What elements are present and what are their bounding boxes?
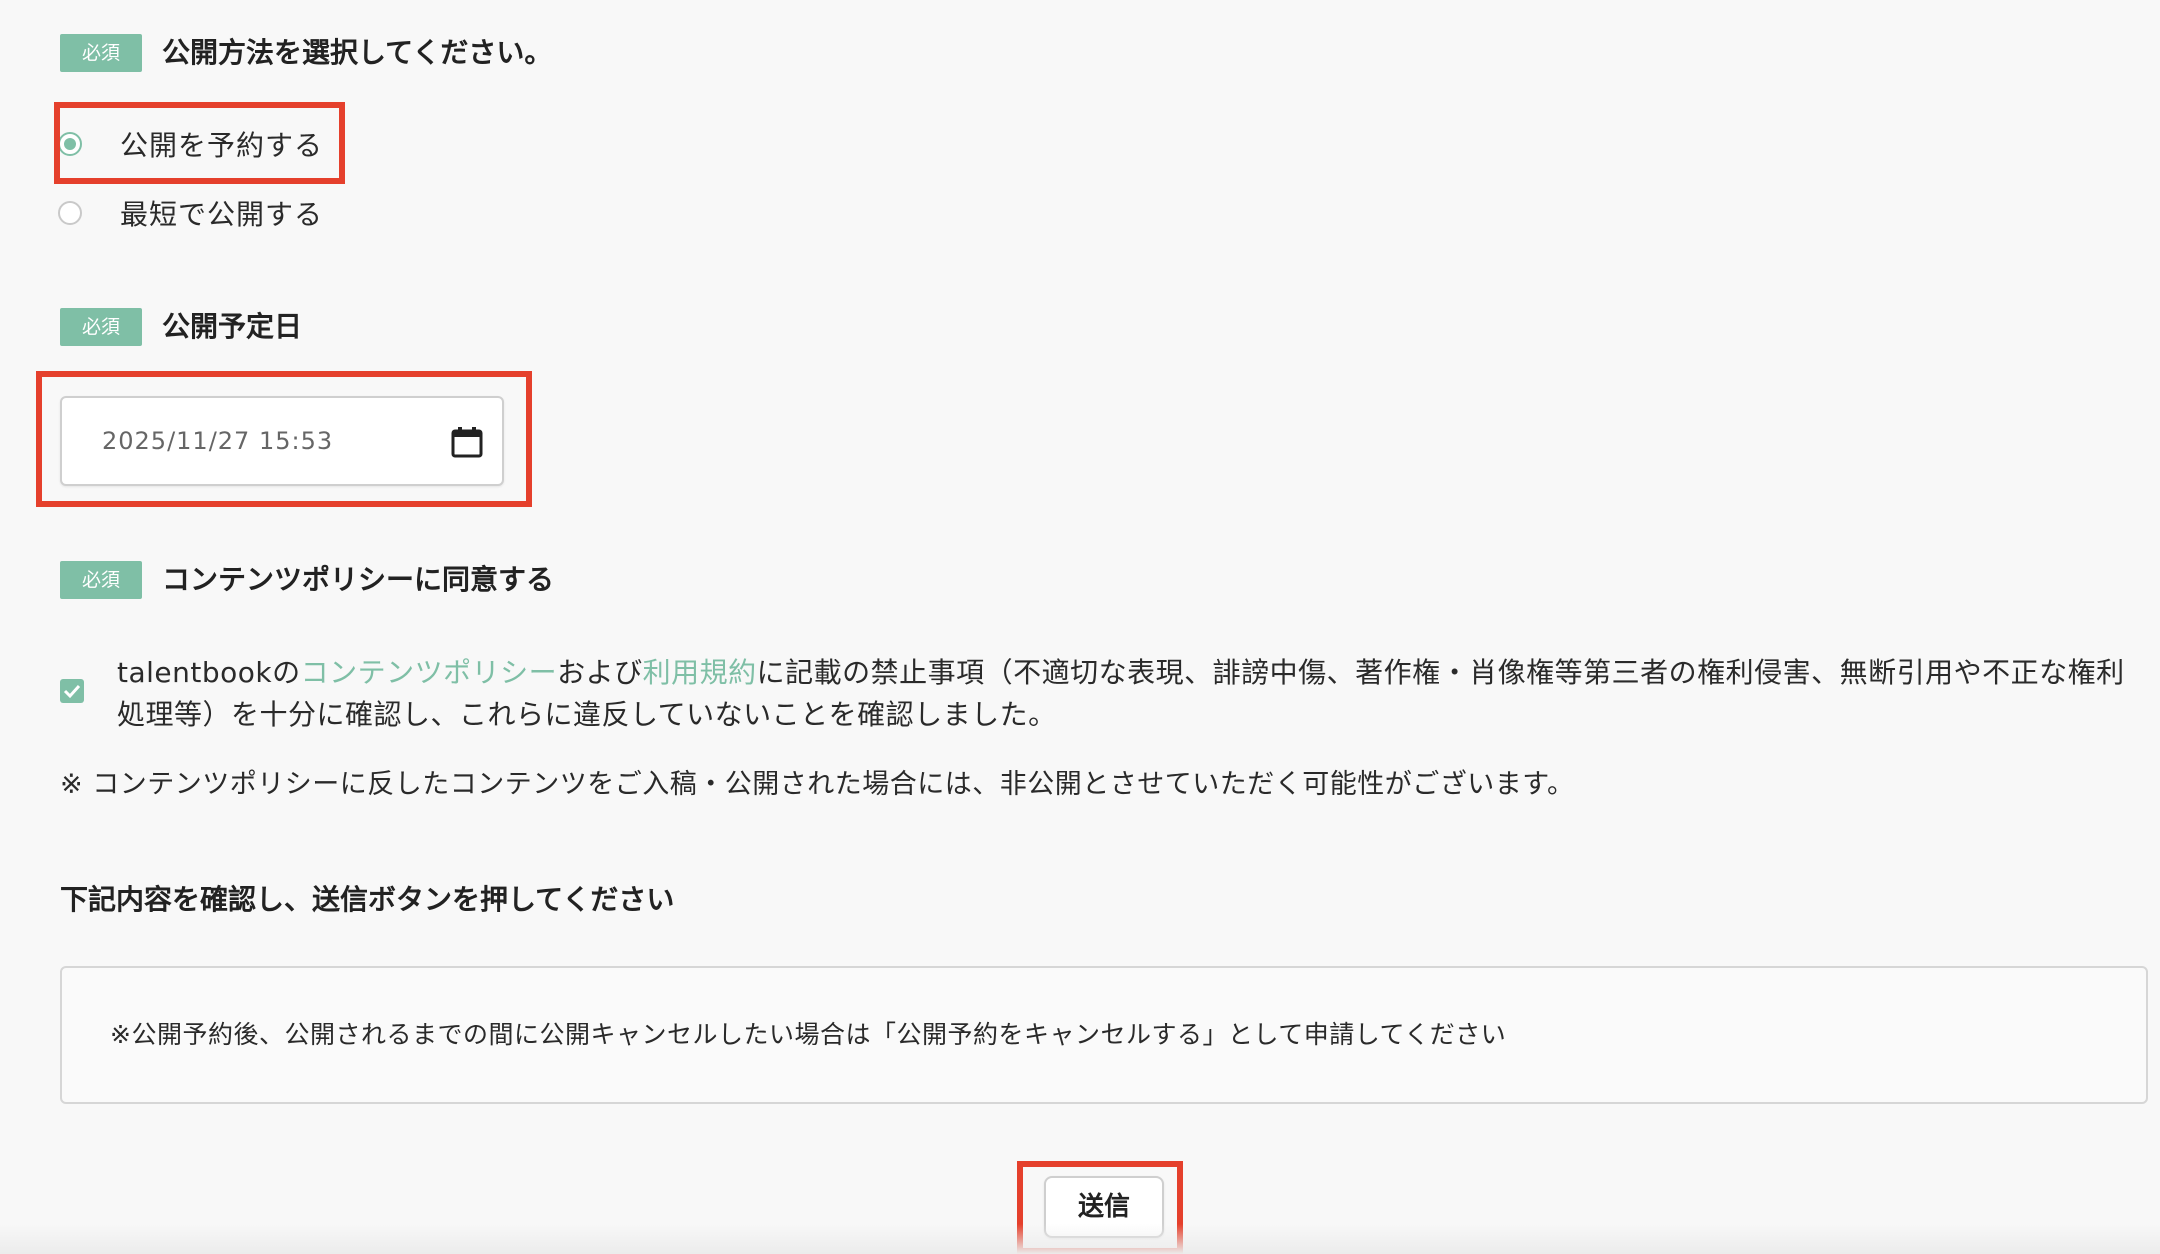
policy-consent-text: talentbookのコンテンツポリシーおよび利用規約に記載の禁止事項（不適切な… (117, 652, 2137, 736)
policy-notice: ※ コンテンツポリシーに反したコンテンツをご入稿・公開された場合には、非公開とさ… (60, 769, 1575, 800)
radio-label-asap: 最短で公開する (120, 198, 324, 231)
confirmation-title: 下記内容を確認し、送信ボタンを押してください (60, 883, 675, 916)
radio-option-schedule[interactable]: 公開を予約する (58, 124, 323, 164)
confirmation-message: ※公開予約後、公開されるまでの間に公開キャンセルしたい場合は「公開予約をキャンセ… (110, 1020, 1507, 1049)
consent-and: および (557, 656, 643, 689)
content-policy-title: コンテンツポリシーに同意する (162, 563, 555, 596)
policy-agree-checkbox[interactable] (60, 679, 84, 703)
publish-method-title: 公開方法を選択してください。 (162, 36, 553, 69)
publish-date-title: 公開予定日 (162, 310, 303, 343)
content-policy-link[interactable]: コンテンツポリシー (301, 656, 558, 689)
radio-button-unchecked[interactable] (58, 201, 82, 225)
required-badge: 必須 (60, 308, 142, 346)
terms-of-use-link[interactable]: 利用規約 (643, 656, 757, 689)
required-badge: 必須 (60, 34, 142, 72)
submit-button[interactable]: 送信 (1044, 1176, 1164, 1238)
radio-option-asap[interactable]: 最短で公開する (58, 193, 323, 233)
publish-date-input[interactable]: 2025/11/27 15:53 (60, 396, 504, 486)
consent-prefix: talentbookの (117, 656, 301, 689)
required-badge: 必須 (60, 561, 142, 599)
radio-label-schedule: 公開を予約する (120, 129, 324, 162)
publish-date-value: 2025/11/27 15:53 (102, 427, 334, 455)
checkmark-icon (63, 684, 81, 699)
confirmation-info-box: ※公開予約後、公開されるまでの間に公開キャンセルしたい場合は「公開予約をキャンセ… (60, 966, 2148, 1104)
calendar-icon[interactable] (450, 425, 484, 459)
radio-button-checked[interactable] (58, 132, 82, 156)
